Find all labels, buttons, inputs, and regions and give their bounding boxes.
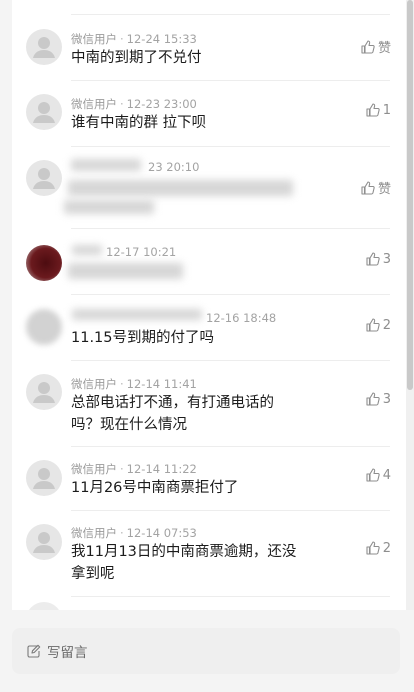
- like-button[interactable]: 4: [365, 467, 391, 483]
- like-count: 赞: [377, 41, 391, 56]
- comment-meta: 12-17 10:21: [106, 245, 176, 259]
- like-button[interactable]: 3: [365, 251, 391, 267]
- redacted-text: [68, 180, 293, 196]
- comment-item: 23 20:10 赞: [12, 147, 407, 229]
- author-name: 微信用户: [71, 97, 117, 111]
- like-button[interactable]: 赞: [360, 37, 391, 56]
- author-name: 微信用户: [71, 377, 117, 391]
- comment-item: 微信用户 · 12-14 11:22 11月26号中南商票拒付了 4: [12, 447, 407, 511]
- meta-separator: ·: [120, 526, 124, 540]
- comment-meta: 微信用户 · 12-14 11:41: [71, 376, 197, 392]
- comment-item: 12-16 18:48 11.15号到期的付了吗 2: [12, 295, 407, 361]
- avatar[interactable]: [26, 309, 62, 345]
- default-user-icon: [33, 168, 55, 189]
- avatar[interactable]: [26, 460, 62, 496]
- like-count: 3: [382, 251, 391, 267]
- timestamp: 12-14 07:53: [126, 526, 197, 540]
- thumbs-up-icon: [361, 39, 375, 54]
- divider: [71, 596, 390, 597]
- avatar[interactable]: [26, 94, 62, 130]
- author-name: 微信用户: [71, 526, 117, 540]
- default-user-icon: [33, 382, 55, 403]
- comment-text: 11.15号到期的付了吗: [71, 330, 215, 346]
- comment-meta: 微信用户 · 12-14 11:22: [71, 461, 197, 477]
- comment-text: 我11月13日的中南商票逾期，还没拿到呢: [71, 544, 297, 582]
- default-user-icon: [33, 37, 55, 58]
- write-comment-button[interactable]: 写留言: [12, 628, 400, 674]
- like-count: 3: [382, 391, 391, 407]
- like-button[interactable]: 1: [365, 102, 391, 118]
- avatar[interactable]: [26, 245, 62, 281]
- timestamp: 12-24 15:33: [126, 32, 197, 46]
- author-name: 微信用户: [71, 32, 117, 46]
- comment-text: 总部电话打不通，有打通电话的吗？现在什么情况: [71, 395, 274, 433]
- timestamp: 12-23 23:00: [126, 97, 197, 111]
- timestamp: 12-14 11:22: [126, 462, 197, 476]
- thumbs-up-icon: [366, 541, 380, 555]
- comment-meta: 12-16 18:48: [206, 311, 276, 325]
- meta-separator: ·: [120, 97, 124, 111]
- like-count: 2: [382, 317, 391, 333]
- timestamp: 23 20:10: [148, 160, 200, 174]
- like-count: 2: [382, 540, 391, 556]
- timestamp: 12-16 18:48: [206, 311, 277, 325]
- comment-text: 中南的到期了不兑付: [71, 50, 202, 66]
- default-user-icon: [33, 102, 55, 123]
- redacted-text: [64, 200, 154, 214]
- redacted-author: [72, 309, 202, 320]
- comment-item: 微信用户 · 12-23 23:00 谁有中南的群 拉下呗 1: [12, 81, 407, 147]
- comment-meta: 23 20:10: [148, 160, 199, 174]
- thumbs-up-icon: [366, 392, 380, 406]
- meta-separator: ·: [120, 377, 124, 391]
- timestamp: 12-14 11:41: [126, 377, 197, 391]
- redacted-author: [72, 245, 102, 255]
- avatar[interactable]: [26, 602, 62, 610]
- like-button[interactable]: 赞: [360, 178, 391, 197]
- like-count: 1: [382, 102, 391, 118]
- like-count: 赞: [377, 182, 391, 197]
- avatar[interactable]: [26, 524, 62, 560]
- comment-item: 微信用户 · 12-24 15:33 中南的到期了不兑付 赞: [12, 15, 407, 81]
- like-button[interactable]: 2: [365, 540, 391, 556]
- timestamp: 12-17 10:21: [106, 245, 177, 259]
- scrollbar-thumb[interactable]: [407, 0, 413, 390]
- scrollbar[interactable]: [406, 0, 414, 610]
- comment-meta: 微信用户 · 12-24 15:33: [71, 31, 197, 47]
- avatar[interactable]: [26, 160, 62, 196]
- pencil-icon: [27, 644, 41, 658]
- like-button[interactable]: 2: [365, 317, 391, 333]
- comment-text: 11月26号中南商票拒付了: [71, 480, 239, 496]
- meta-separator: ·: [120, 32, 124, 46]
- avatar[interactable]: [26, 374, 62, 410]
- default-user-icon: [33, 532, 55, 553]
- thumbs-up-icon: [366, 103, 380, 117]
- thumbs-up-icon: [366, 252, 380, 266]
- comment-list[interactable]: 微信用户 · 12-24 15:33 中南的到期了不兑付 赞 微信用户 · 12-23 …: [12, 0, 407, 610]
- author-name: 微信用户: [71, 462, 117, 476]
- default-user-icon: [33, 468, 55, 489]
- avatar[interactable]: [26, 29, 62, 65]
- thumbs-up-icon: [366, 318, 380, 332]
- comment-text: 谁有中南的群 拉下呗: [71, 115, 207, 131]
- comment-meta: 微信用户 · 12-14 07:53: [71, 525, 197, 541]
- comment-meta: 微信用户 · 12-23 23:00: [71, 96, 197, 112]
- like-count: 4: [382, 467, 391, 483]
- thumbs-up-icon: [366, 468, 380, 482]
- thumbs-up-icon: [361, 180, 375, 195]
- redacted-text: [68, 263, 183, 279]
- comment-item: 微信用户 · 12-14 11:41 总部电话打不通，有打通电话的吗？现在什么情况 …: [12, 361, 407, 447]
- like-button[interactable]: 3: [365, 391, 391, 407]
- redacted-author: [71, 159, 141, 171]
- write-comment-label: 写留言: [47, 645, 88, 661]
- comment-item: 12-17 10:21 3: [12, 229, 407, 295]
- comment-item: 微信用户 · 12-14 07:53 我11月13日的中南商票逾期，还没拿到呢 2: [12, 511, 407, 597]
- meta-separator: ·: [120, 462, 124, 476]
